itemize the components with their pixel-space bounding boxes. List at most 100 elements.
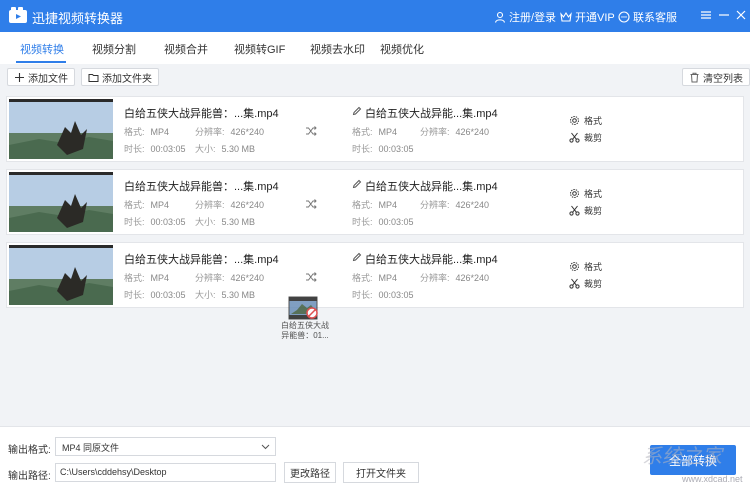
output-duration: 时长: 00:03:05 <box>352 142 414 155</box>
source-duration: 时长: 00:03:05 <box>124 142 186 155</box>
tab-video-remove-watermark[interactable]: 视频去水印 <box>310 41 365 57</box>
add-folder-button[interactable]: 添加文件夹 <box>81 68 159 86</box>
cut-button[interactable]: 裁剪 <box>569 131 602 144</box>
thumbnail-image <box>9 172 113 232</box>
add-file-button[interactable]: 添加文件 <box>7 68 75 86</box>
source-size-value: 5.30 MB <box>221 290 256 300</box>
source-size-value: 5.30 MB <box>221 144 256 154</box>
format-settings-label: 格式 <box>584 116 603 126</box>
contact-support-button[interactable]: 联系客服 <box>618 9 677 25</box>
output-file-name: 白给五侠大战异能...集.mp4 <box>365 181 498 193</box>
tab-video-convert[interactable]: 视频转换 <box>20 41 64 57</box>
output-path-label: 输出路径: <box>8 471 51 482</box>
source-format-value: MP4 <box>150 273 170 283</box>
video-thumbnail <box>9 172 113 232</box>
source-resolution-value: 426*240 <box>230 273 265 283</box>
source-file-name: 白给五侠大战异能兽：...集.mp4 <box>124 108 279 120</box>
output-file-name: 白给五侠大战异能...集.mp4 <box>365 108 498 120</box>
source-size-label: 大小: <box>195 144 216 154</box>
source-resolution-value: 426*240 <box>230 127 265 137</box>
source-resolution-value: 426*240 <box>230 200 265 210</box>
output-format-select[interactable]: MP4 同原文件 <box>55 437 276 456</box>
open-folder-button[interactable]: 打开文件夹 <box>343 462 419 483</box>
output-duration-value: 00:03:05 <box>378 217 414 227</box>
source-size-label: 大小: <box>195 217 216 227</box>
video-file-icon <box>288 296 318 320</box>
thumbnail-image <box>9 245 113 305</box>
output-duration-label: 时长: <box>352 217 373 227</box>
output-path-field[interactable]: C:\Users\cddehsy\Desktop <box>55 463 276 482</box>
format-settings-button[interactable]: 格式 <box>569 187 602 200</box>
trash-icon <box>690 72 699 82</box>
format-settings-button[interactable]: 格式 <box>569 260 602 273</box>
source-duration-value: 00:03:05 <box>150 217 186 227</box>
edit-name-icon[interactable] <box>352 106 362 116</box>
source-resolution: 分辨率: 426*240 <box>195 271 264 284</box>
scissors-icon <box>569 132 580 143</box>
add-folder-label: 添加文件夹 <box>102 73 152 85</box>
source-size: 大小: 5.30 MB <box>195 288 255 301</box>
output-resolution-value: 426*240 <box>455 127 490 137</box>
file-row[interactable]: 白给五侠大战异能兽：...集.mp4 格式: MP4 分辨率: 426*240 时长… <box>6 169 744 235</box>
output-format: 格式: MP4 <box>352 271 397 284</box>
video-thumbnail <box>9 245 113 305</box>
format-settings-button[interactable]: 格式 <box>569 114 602 127</box>
drag-ghost-line1: 白给五侠大战 <box>281 321 329 330</box>
edit-name-icon[interactable] <box>352 179 362 189</box>
clear-list-button[interactable]: 清空列表 <box>682 68 750 86</box>
output-resolution: 分辨率: 426*240 <box>420 198 489 211</box>
format-settings-label: 格式 <box>584 189 603 199</box>
source-file-name: 白给五侠大战异能兽：...集.mp4 <box>124 254 279 266</box>
output-resolution-label: 分辨率: <box>420 127 450 137</box>
chat-icon <box>618 11 630 23</box>
output-duration: 时长: 00:03:05 <box>352 288 414 301</box>
output-format-value: MP4 <box>378 273 398 283</box>
open-vip-button[interactable]: 开通VIP <box>560 9 615 25</box>
register-login-button[interactable]: 注册/登录 <box>494 9 556 25</box>
source-size-value: 5.30 MB <box>221 217 256 227</box>
shuffle-icon <box>306 272 317 282</box>
cut-button[interactable]: 裁剪 <box>569 277 602 290</box>
source-duration-label: 时长: <box>124 217 145 227</box>
output-format-value: MP4 <box>378 200 398 210</box>
tab-video-merge[interactable]: 视频合并 <box>164 41 208 57</box>
source-resolution: 分辨率: 426*240 <box>195 125 264 138</box>
video-thumbnail <box>9 99 113 159</box>
source-format-label: 格式: <box>124 200 145 210</box>
source-resolution-label: 分辨率: <box>195 273 225 283</box>
tab-video-optimize[interactable]: 视频优化 <box>380 41 424 57</box>
cut-button[interactable]: 裁剪 <box>569 204 602 217</box>
file-row[interactable]: 白给五侠大战异能兽：...集.mp4 格式: MP4 分辨率: 426*240 时长… <box>6 242 744 308</box>
drag-ghost-line2: 异能兽：01... <box>281 331 329 340</box>
thumbnail-image <box>9 99 113 159</box>
source-duration-value: 00:03:05 <box>150 290 186 300</box>
edit-name-icon[interactable] <box>352 252 362 262</box>
output-format-label: 格式: <box>352 127 373 137</box>
minimize-icon[interactable] <box>717 8 731 22</box>
source-duration-label: 时长: <box>124 290 145 300</box>
tab-video-to-gif[interactable]: 视频转GIF <box>234 41 285 57</box>
app-logo-icon <box>9 7 27 23</box>
output-duration-label: 时长: <box>352 144 373 154</box>
convert-all-button[interactable]: 全部转换 <box>650 445 736 475</box>
close-icon[interactable] <box>734 8 748 22</box>
tab-video-split[interactable]: 视频分割 <box>92 41 136 57</box>
source-format-value: MP4 <box>150 127 170 137</box>
cut-label: 裁剪 <box>584 133 603 143</box>
change-path-button[interactable]: 更改路径 <box>284 462 336 483</box>
output-resolution-value: 426*240 <box>455 200 490 210</box>
output-format-value: MP4 <box>378 127 398 137</box>
source-format-label: 格式: <box>124 127 145 137</box>
output-duration-value: 00:03:05 <box>378 144 414 154</box>
file-row[interactable]: 白给五侠大战异能兽：...集.mp4 格式: MP4 分辨率: 426*240 时长… <box>6 96 744 162</box>
menu-icon[interactable] <box>699 8 713 22</box>
add-file-label: 添加文件 <box>28 73 68 85</box>
output-file-name: 白给五侠大战异能...集.mp4 <box>365 254 498 266</box>
source-file-name: 白给五侠大战异能兽：...集.mp4 <box>124 181 279 193</box>
output-format: 格式: MP4 <box>352 198 397 211</box>
cut-label: 裁剪 <box>584 279 603 289</box>
drag-ghost-label: 白给五侠大战 异能兽：01... <box>276 321 334 341</box>
gear-icon <box>570 189 579 198</box>
output-format-label: 输出格式: <box>8 445 51 456</box>
user-icon <box>494 11 506 23</box>
